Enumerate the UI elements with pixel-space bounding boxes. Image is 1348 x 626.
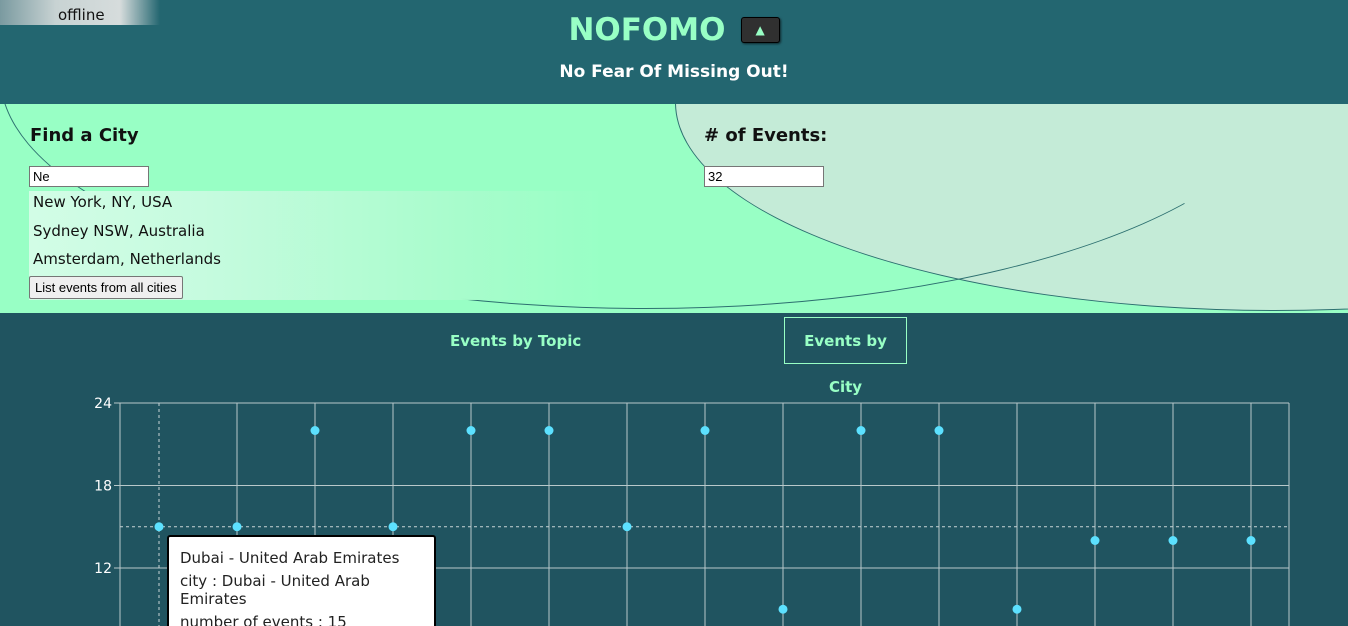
tooltip-title: Dubai - United Arab Emirates (180, 549, 400, 567)
data-point[interactable] (700, 426, 710, 435)
y-tick-label: 24 (94, 396, 112, 412)
data-point[interactable] (310, 426, 320, 435)
data-point[interactable] (388, 522, 398, 532)
tooltip-city: city : Dubai - United Arab Emirates (180, 572, 370, 608)
data-point[interactable] (154, 522, 164, 532)
y-tick-label: 12 (94, 561, 112, 577)
chart-tooltip: Dubai - United Arab Emirates city : Duba… (167, 535, 436, 626)
data-point[interactable] (856, 426, 866, 435)
tooltip-count: number of events : 15 (180, 613, 347, 626)
data-point[interactable] (778, 604, 788, 614)
data-point[interactable] (544, 426, 554, 435)
data-point[interactable] (1246, 536, 1256, 545)
data-point[interactable] (934, 426, 944, 435)
data-point[interactable] (1090, 536, 1100, 545)
events-by-city-chart: 24 18 12 (94, 396, 1290, 626)
data-point[interactable] (232, 522, 242, 532)
data-point[interactable] (1012, 604, 1022, 614)
data-point[interactable] (1168, 536, 1178, 545)
y-axis-ticks: 24 18 12 (94, 396, 120, 577)
y-tick-label: 18 (94, 479, 112, 495)
data-point[interactable] (466, 426, 476, 435)
data-point[interactable] (622, 522, 632, 532)
